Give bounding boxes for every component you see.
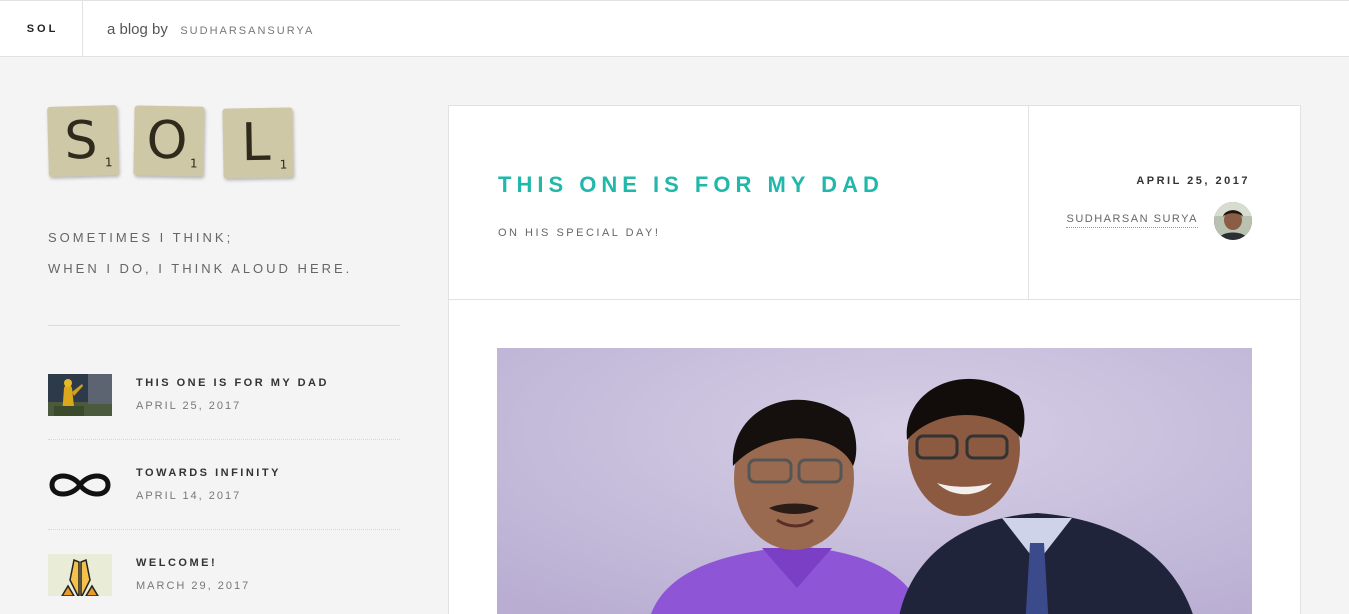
father-and-son-photo <box>497 348 1252 614</box>
byline: a blog by SUDHARSANSURYA <box>107 1 314 57</box>
tagline-line: SOMETIMES I THINK; <box>48 230 234 245</box>
logo-tile-score: 1 <box>279 157 288 172</box>
brand-link[interactable]: SOL <box>0 1 83 57</box>
recent-post-date: APRIL 14, 2017 <box>136 490 242 502</box>
author-avatar[interactable] <box>1214 202 1252 240</box>
post-title-block: THIS ONE IS FOR MY DAD ON HIS SPECIAL DA… <box>449 106 1029 300</box>
logo-tile-score: 1 <box>189 156 198 171</box>
recent-post-title[interactable]: THIS ONE IS FOR MY DAD <box>136 377 329 389</box>
recent-posts-list: THIS ONE IS FOR MY DAD APRIL 25, 2017 TO… <box>48 350 400 614</box>
logo-tile: O 1 <box>133 105 205 177</box>
statue-thumbnail[interactable] <box>48 374 112 416</box>
recent-post-date: MARCH 29, 2017 <box>136 580 251 592</box>
post-subtitle: ON HIS SPECIAL DAY! <box>498 227 661 239</box>
post-date: APRIL 25, 2017 <box>1136 175 1250 187</box>
byline-prefix: a blog by <box>107 21 168 38</box>
recent-post-title[interactable]: WELCOME! <box>136 557 217 569</box>
recent-post-item[interactable]: TOWARDS INFINITY APRIL 14, 2017 <box>48 440 400 530</box>
recent-post-item[interactable]: THIS ONE IS FOR MY DAD APRIL 25, 2017 <box>48 350 400 440</box>
post-meta: APRIL 25, 2017 SUDHARSAN SURYA <box>1029 106 1300 300</box>
logo-tile: L 1 <box>222 107 294 179</box>
logo-tile: S 1 <box>47 105 119 177</box>
post-header: THIS ONE IS FOR MY DAD ON HIS SPECIAL DA… <box>449 106 1300 300</box>
site-tagline: SOMETIMES I THINK; WHEN I DO, I THINK AL… <box>48 222 352 284</box>
post-title[interactable]: THIS ONE IS FOR MY DAD <box>498 172 884 198</box>
recent-post-date: APRIL 25, 2017 <box>136 400 242 412</box>
logo-tile-score: 1 <box>104 155 113 170</box>
recent-post-item[interactable]: WELCOME! MARCH 29, 2017 <box>48 530 400 614</box>
folded-hands-icon[interactable] <box>48 554 112 596</box>
top-bar: SOL a blog by SUDHARSANSURYA <box>0 0 1349 57</box>
infinity-icon[interactable] <box>48 464 112 506</box>
recent-post-title[interactable]: TOWARDS INFINITY <box>136 467 281 479</box>
sidebar-divider <box>48 325 400 326</box>
post-author-link[interactable]: SUDHARSAN SURYA <box>1066 213 1198 228</box>
byline-author-link[interactable]: SUDHARSANSURYA <box>180 25 314 37</box>
site-logo[interactable]: S 1 O 1 L 1 <box>47 104 298 180</box>
tagline-line: WHEN I DO, I THINK ALOUD HERE. <box>48 261 353 276</box>
post-article: THIS ONE IS FOR MY DAD ON HIS SPECIAL DA… <box>448 105 1301 614</box>
